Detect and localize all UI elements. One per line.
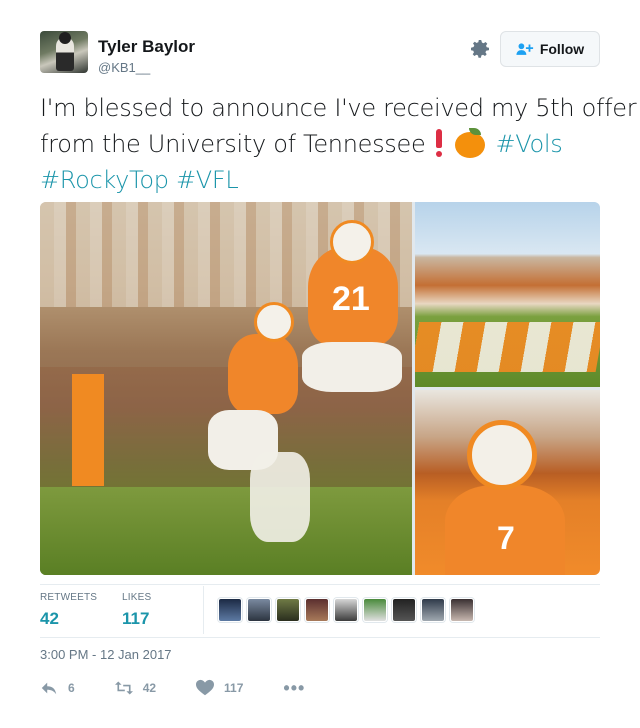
avatar[interactable] xyxy=(40,31,88,73)
retweets-count: 42 xyxy=(40,609,59,628)
photo-player-closeup[interactable]: 7 xyxy=(415,390,600,575)
liker-avatar[interactable] xyxy=(363,598,387,622)
like-button[interactable]: 117 xyxy=(196,679,243,697)
liker-avatar[interactable] xyxy=(247,598,271,622)
tweet-line-3: #RockyTop #VFL xyxy=(40,162,610,198)
tweet-line-2: from the University of Tennessee #Vols xyxy=(40,126,610,162)
tweet-line-1: I'm blessed to announce I've received my… xyxy=(40,94,637,122)
retweets-label: RETWEETS xyxy=(40,592,98,603)
likes-stat[interactable]: LIKES 117 xyxy=(122,592,151,629)
reply-button[interactable]: 6 xyxy=(40,679,75,697)
liker-avatar[interactable] xyxy=(276,598,300,622)
divider-top xyxy=(40,584,600,585)
likes-label: LIKES xyxy=(122,592,152,603)
user-handle[interactable]: @KB1__ xyxy=(98,60,150,75)
tweet-stats: RETWEETS 42 LIKES 117 xyxy=(40,586,600,637)
exclamation-emoji xyxy=(435,129,443,157)
photo-stadium[interactable] xyxy=(415,202,600,387)
likes-count: 117 xyxy=(122,609,150,628)
liker-avatar[interactable] xyxy=(421,598,445,622)
photo-players-jumping[interactable]: 21 xyxy=(40,202,412,575)
follow-button[interactable]: Follow xyxy=(500,31,600,67)
hashtag-rockytop[interactable]: #RockyTop xyxy=(40,166,169,194)
retweet-button[interactable]: 42 xyxy=(114,679,157,697)
jersey-number: 21 xyxy=(332,280,370,318)
liker-avatar[interactable] xyxy=(334,598,358,622)
liker-avatar[interactable] xyxy=(305,598,329,622)
more-icon[interactable]: ••• xyxy=(283,678,305,699)
liker-avatar[interactable] xyxy=(218,598,242,622)
media-grid: 21 7 xyxy=(40,202,600,575)
reply-icon xyxy=(41,682,57,695)
gear-icon[interactable] xyxy=(468,37,492,61)
liker-avatars xyxy=(218,598,474,622)
hashtag-vols[interactable]: #Vols xyxy=(495,130,562,158)
retweet-count: 42 xyxy=(142,681,157,695)
orange-emoji xyxy=(455,128,486,158)
tweet-actions: 6 42 117 ••• xyxy=(40,678,600,698)
follow-label: Follow xyxy=(539,41,585,57)
retweet-icon xyxy=(114,681,133,695)
heart-icon xyxy=(196,679,215,696)
tweet-line-2-text: from the University of Tennessee xyxy=(40,130,426,158)
liker-avatar[interactable] xyxy=(392,598,416,622)
liker-avatar[interactable] xyxy=(450,598,474,622)
follow-person-icon xyxy=(516,43,533,55)
user-name[interactable]: Tyler Baylor xyxy=(98,37,195,57)
divider-bottom xyxy=(40,637,600,638)
hashtag-vfl[interactable]: #VFL xyxy=(176,166,239,194)
retweets-stat[interactable]: RETWEETS 42 xyxy=(40,592,97,629)
tweet-header: Tyler Baylor @KB1__ Follow xyxy=(40,31,600,76)
tweet-timestamp[interactable]: 3:00 PM - 12 Jan 2017 xyxy=(40,647,172,662)
like-count: 117 xyxy=(224,681,244,695)
tweet-text: I'm blessed to announce I've received my… xyxy=(40,90,637,198)
reply-count: 6 xyxy=(68,681,75,695)
